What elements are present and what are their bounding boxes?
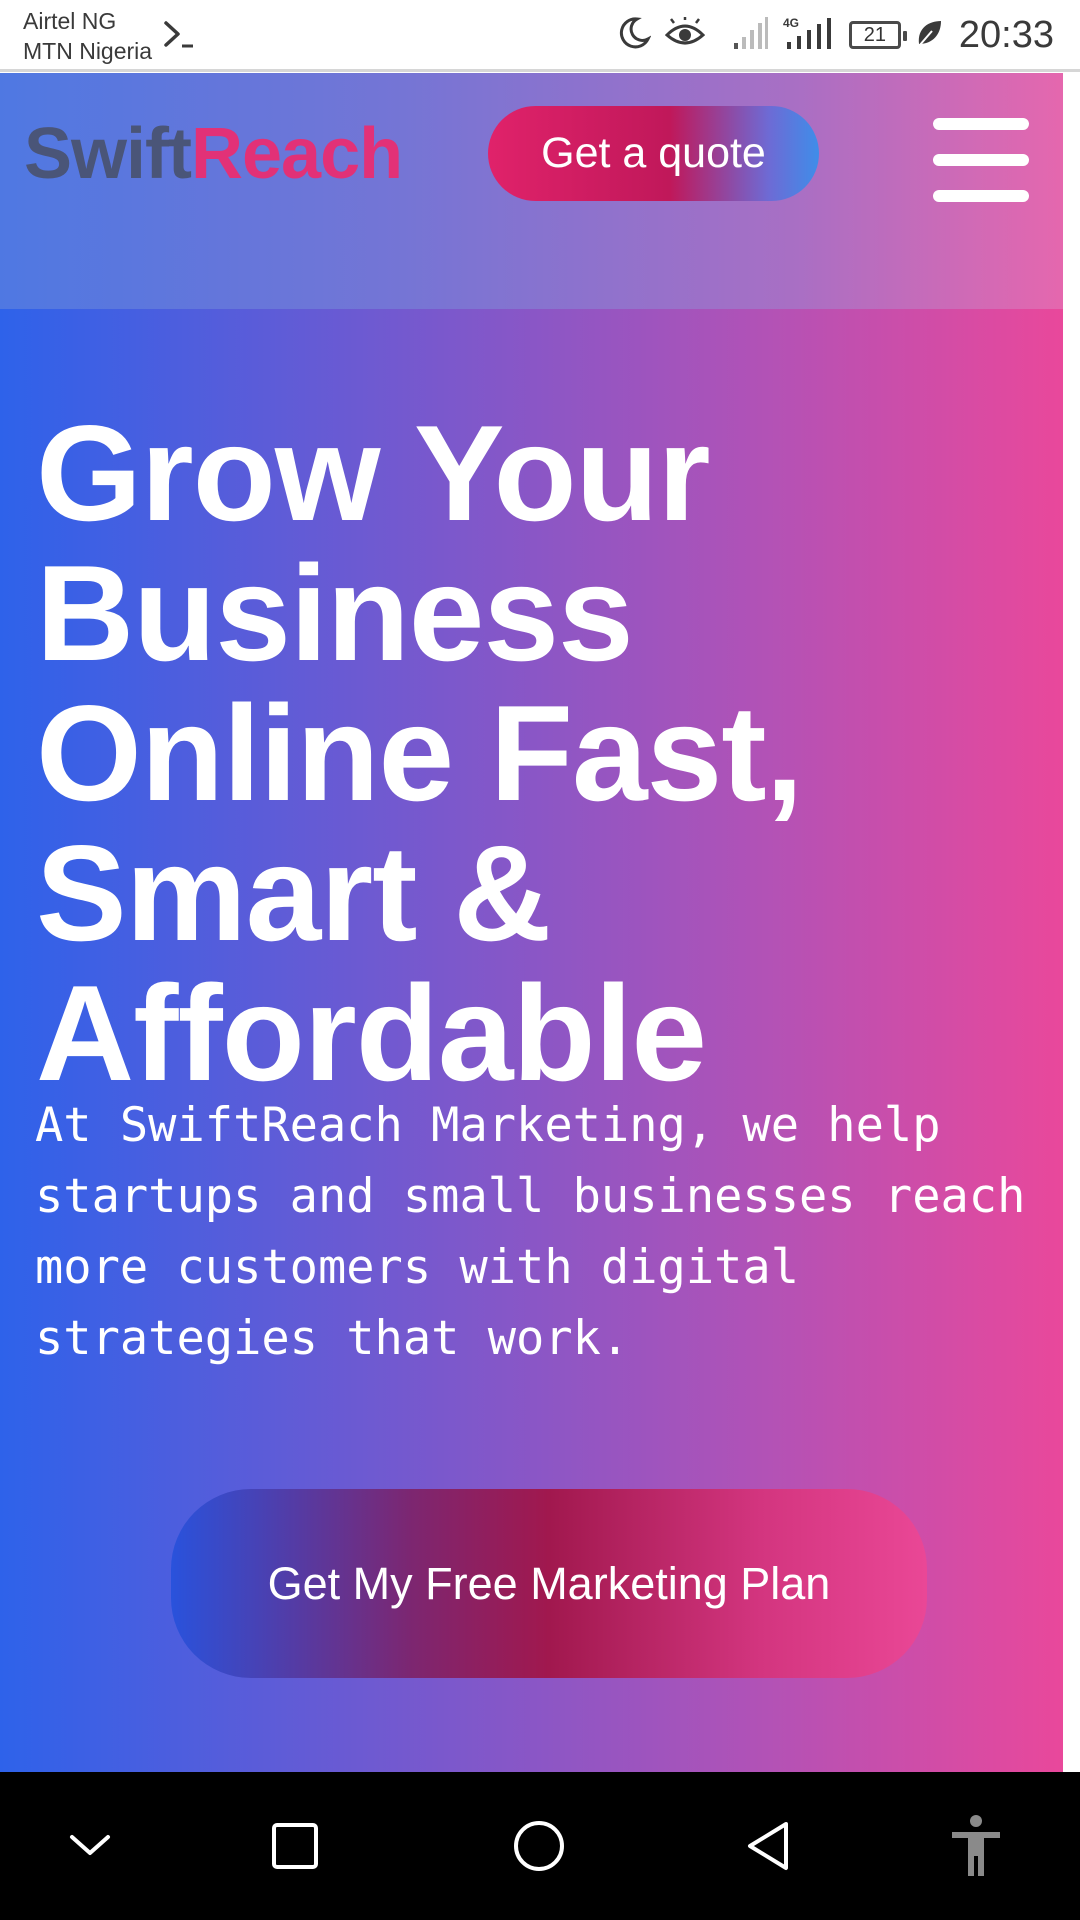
site-header: SwiftReach Get a quote (0, 73, 1063, 309)
logo-text-reach: Reach (190, 114, 403, 194)
hamburger-menu-icon[interactable] (933, 118, 1029, 202)
moon-icon (615, 15, 652, 56)
terminal-icon (163, 20, 197, 55)
carrier-info: Airtel NG MTN Nigeria (23, 6, 152, 66)
4g-signal-icon: 4G (783, 15, 835, 56)
battery-icon: 21 (848, 21, 907, 49)
carrier-name-1: Airtel NG (23, 8, 117, 34)
carrier-name-2: MTN Nigeria (23, 38, 153, 64)
recents-square-icon[interactable] (245, 1796, 345, 1896)
system-navigation-bar (0, 1772, 1080, 1920)
home-circle-icon[interactable] (489, 1796, 589, 1896)
get-quote-button[interactable]: Get a quote (488, 106, 819, 201)
site-logo[interactable]: SwiftReach (24, 113, 403, 195)
back-triangle-icon[interactable] (718, 1796, 818, 1896)
eye-icon (664, 16, 706, 54)
status-icons: 4G 21 20:33 (615, 10, 1054, 60)
signal-icon (733, 16, 769, 55)
logo-text-swift: Swift (24, 114, 192, 194)
status-bar: Airtel NG MTN Nigeria 4G 21 20:33 (0, 0, 1080, 72)
chevron-down-icon[interactable] (40, 1796, 140, 1896)
hero-title: Grow Your Business Online Fast, Smart & … (36, 397, 803, 1109)
leaf-icon (915, 18, 943, 53)
free-marketing-plan-button[interactable]: Get My Free Marketing Plan (171, 1489, 927, 1678)
hero-description: At SwiftReach Marketing, we help startup… (35, 1098, 1026, 1366)
hero-section: Grow Your Business Online Fast, Smart & … (0, 309, 1063, 1772)
svg-text:4G: 4G (783, 16, 799, 30)
accessibility-icon[interactable] (926, 1796, 1026, 1896)
clock: 20:33 (958, 13, 1054, 56)
